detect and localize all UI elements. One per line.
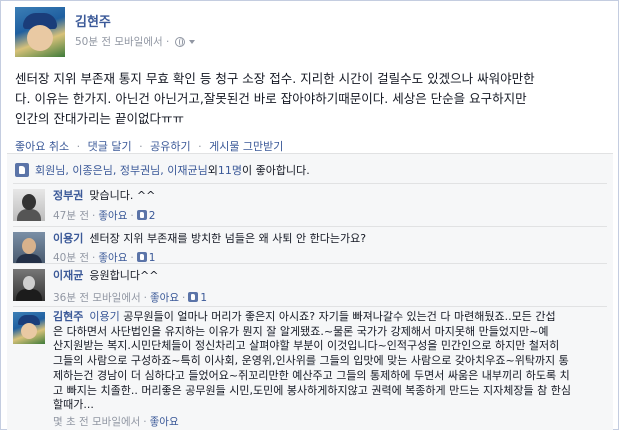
chevron-down-icon[interactable] <box>189 39 196 44</box>
post-text: 센터장 지위 부존재 통지 무효 확인 등 청구 소장 접수. 지리한 시간이 … <box>15 69 607 129</box>
likers-names[interactable]: 회원님, 이종은님, 정부권님, 이재균님 <box>35 162 208 178</box>
feedback-box: 회원님, 이종은님, 정부권님, 이재균님 외 11명 이 좋아합니다. 정부권… <box>7 153 613 430</box>
header-info: 김현주 50분 전 모바일에서 · <box>75 7 196 57</box>
comment-like-count[interactable]: 2 <box>149 210 156 222</box>
comment-like-button[interactable]: 좋아요 <box>150 292 179 304</box>
post-meta: 50분 전 모바일에서 · <box>75 34 196 49</box>
mention-link[interactable]: 이용기 <box>89 310 119 323</box>
commenter-name[interactable]: 김현주 <box>53 310 83 323</box>
comment-text: 응원합니다^^ <box>89 269 159 282</box>
post-frame: 김현주 50분 전 모바일에서 · 센터장 지위 부존재 통지 무효 확인 등 … <box>0 0 619 430</box>
comment-text: 맞습니다. ^^ <box>89 189 156 202</box>
post-header: 김현주 50분 전 모바일에서 · <box>15 7 196 57</box>
comment-meta: 몇 초 전 모바일에서 · 좋아요 <box>53 416 179 428</box>
like-icon <box>188 292 199 302</box>
unfollow-post-link[interactable]: 게시물 그만받기 <box>209 140 283 153</box>
comment-like-button[interactable]: 좋아요 <box>98 210 127 222</box>
separator: · <box>198 140 202 153</box>
comment-item: 김현주 이용기 공무원들이 얼마나 머리가 좋은지 아시죠? 자기들 빠져나갈수 … <box>13 306 607 430</box>
comment-body: 이재균 응원합니다^^ <box>53 268 158 283</box>
separator: · <box>139 140 143 153</box>
author-avatar[interactable] <box>15 7 65 57</box>
comment-link[interactable]: 댓글 달기 <box>88 140 132 153</box>
comment-like-count[interactable]: 1 <box>200 292 207 304</box>
commenter-avatar[interactable] <box>13 189 45 221</box>
separator: · <box>76 140 81 153</box>
comment-text: 제하는건 경남이 더 심하다고 들었어요~쥐꼬리만한 예산주고 그들의 통제하에… <box>53 368 570 382</box>
comment-time[interactable]: 36분 전 모바일에서 <box>53 292 141 304</box>
comment-meta: 47분 전 · 좋아요 · 2 <box>53 210 156 222</box>
commenter-name[interactable]: 이용기 <box>53 232 83 245</box>
comment-body: 김현주 이용기 공무원들이 얼마나 머리가 좋은지 아시죠? 자기들 빠져나갈수 … <box>53 310 609 413</box>
likers-others[interactable]: 11명 <box>218 162 242 178</box>
post-actions: 좋아요 취소 · 댓글 달기 · 공유하기 · 게시물 그만받기 <box>15 138 283 154</box>
post-line: 센터장 지위 부존재 통지 무효 확인 등 청구 소장 접수. 지리한 시간이 … <box>15 71 535 86</box>
comment-text: 산지원받는 복지.시민단체들이 정신차리고 살펴야할 부분이 이것입니다~인적구… <box>53 339 560 353</box>
like-icon <box>136 252 147 262</box>
comment-text: 은 다하면서 사단법인을 유지하는 이유가 뭔지 잘 알게됐죠.~물론 국가가 … <box>53 324 549 338</box>
commenter-name[interactable]: 정부권 <box>53 189 83 202</box>
comment-text: 고 빠지는 치졸한.. 머리좋은 공무원들 시민,도민에 봉사하게하지않고 권력… <box>53 383 571 397</box>
post-timestamp[interactable]: 50분 전 모바일에서 · <box>75 34 169 49</box>
share-link[interactable]: 공유하기 <box>150 140 190 153</box>
comment-item: 이용기 센터장 지위 부존재를 방치한 넘들은 왜 사퇴 안 한다는가요? 40분… <box>13 226 607 264</box>
likes-summary: 회원님, 이종은님, 정부권님, 이재균님 외 11명 이 좋아합니다. <box>15 162 310 178</box>
globe-icon[interactable] <box>175 36 186 47</box>
comment-text: 그들의 사람으로 구성하죠~특히 이사회, 운영위,인사위를 그들의 입맛에 맞… <box>53 354 569 368</box>
like-icon <box>15 163 29 177</box>
comment-text: 할때가... <box>53 398 94 412</box>
commenter-name[interactable]: 이재균 <box>53 269 83 282</box>
comment-text: 센터장 지위 부존재를 방치한 넘들은 왜 사퇴 안 한다는가요? <box>89 232 367 245</box>
comment-meta: 36분 전 모바일에서 · 좋아요 · 1 <box>53 292 208 304</box>
comment-body: 정부권 맞습니다. ^^ <box>53 188 155 203</box>
comment-time[interactable]: 47분 전 <box>53 210 89 222</box>
comment-item: 이재균 응원합니다^^ 36분 전 모바일에서 · 좋아요 · 1 <box>13 263 607 306</box>
commenter-avatar[interactable] <box>13 232 45 264</box>
comment-like-button[interactable]: 좋아요 <box>150 416 179 428</box>
likers-connector: 외 <box>207 164 218 177</box>
comment-time[interactable]: 몇 초 전 모바일에서 <box>53 416 140 428</box>
commenter-avatar[interactable] <box>13 312 45 344</box>
comment-item: 정부권 맞습니다. ^^ 47분 전 · 좋아요 · 2 <box>13 183 607 226</box>
comment-text: 공무원들이 얼마나 머리가 좋은지 아시죠? 자기들 빠져나갈수 있는건 다 마… <box>123 310 556 323</box>
like-icon <box>136 210 147 220</box>
author-name[interactable]: 김현주 <box>75 11 195 30</box>
post-line: 인간의 잔대가리는 끝이없다ㅠㅠ <box>15 111 184 126</box>
post-line: 다. 이유는 한가지. 아닌건 아닌거고,잘못된건 바로 잡아야하기때문이다. … <box>15 91 527 106</box>
likes-suffix: 이 좋아합니다. <box>242 164 310 177</box>
unlike-link[interactable]: 좋아요 취소 <box>15 140 69 153</box>
commenter-avatar[interactable] <box>13 269 45 301</box>
comment-body: 이용기 센터장 지위 부존재를 방치한 넘들은 왜 사퇴 안 한다는가요? <box>53 231 366 246</box>
